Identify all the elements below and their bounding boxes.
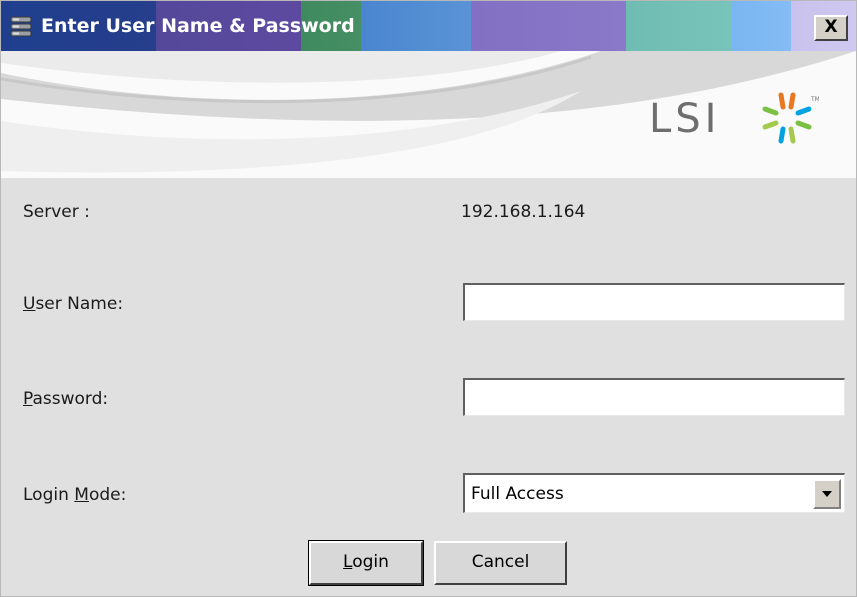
login-mnemonic: L [343, 552, 353, 572]
username-input[interactable] [463, 283, 845, 321]
username-mnemonic: U [23, 294, 36, 314]
login-mode-label-prefix: Login [23, 485, 75, 505]
dropdown-button[interactable] [813, 479, 841, 509]
title-bar[interactable]: Enter User Name & Password X [1, 1, 856, 51]
login-dialog: Enter User Name & Password X LSI TM Serv… [0, 0, 857, 597]
username-label-text: ser Name: [35, 294, 124, 314]
password-label-text: assword: [32, 389, 109, 409]
login-button[interactable]: Login [308, 540, 424, 586]
chevron-down-icon [822, 491, 832, 497]
password-mnemonic: P [23, 389, 33, 409]
login-mode-select[interactable]: Full Access [463, 473, 845, 513]
server-address: 192.168.1.164 [461, 202, 586, 222]
server-stack-icon [10, 16, 32, 37]
login-mode-mnemonic: M [74, 485, 89, 505]
login-mode-selected-value: Full Access [471, 484, 564, 504]
username-label: User Name: [23, 293, 123, 315]
lsi-starburst-icon: TM [762, 92, 819, 144]
close-button[interactable]: X [814, 15, 848, 41]
lsi-logo: LSI TM [649, 91, 829, 151]
password-input[interactable] [463, 378, 845, 416]
server-label: Server : [23, 202, 90, 222]
window-title: Enter User Name & Password [41, 15, 355, 37]
logo-text: LSI [649, 96, 721, 142]
login-mode-label-text: ode: [88, 485, 127, 505]
close-icon: X [824, 17, 838, 37]
password-label: Password: [23, 388, 108, 410]
login-button-text: ogin [352, 552, 389, 572]
login-mode-label: Login Mode: [23, 484, 126, 506]
header-banner: LSI TM [1, 51, 856, 178]
cancel-button[interactable]: Cancel [434, 541, 567, 585]
svg-text:TM: TM [810, 96, 819, 103]
